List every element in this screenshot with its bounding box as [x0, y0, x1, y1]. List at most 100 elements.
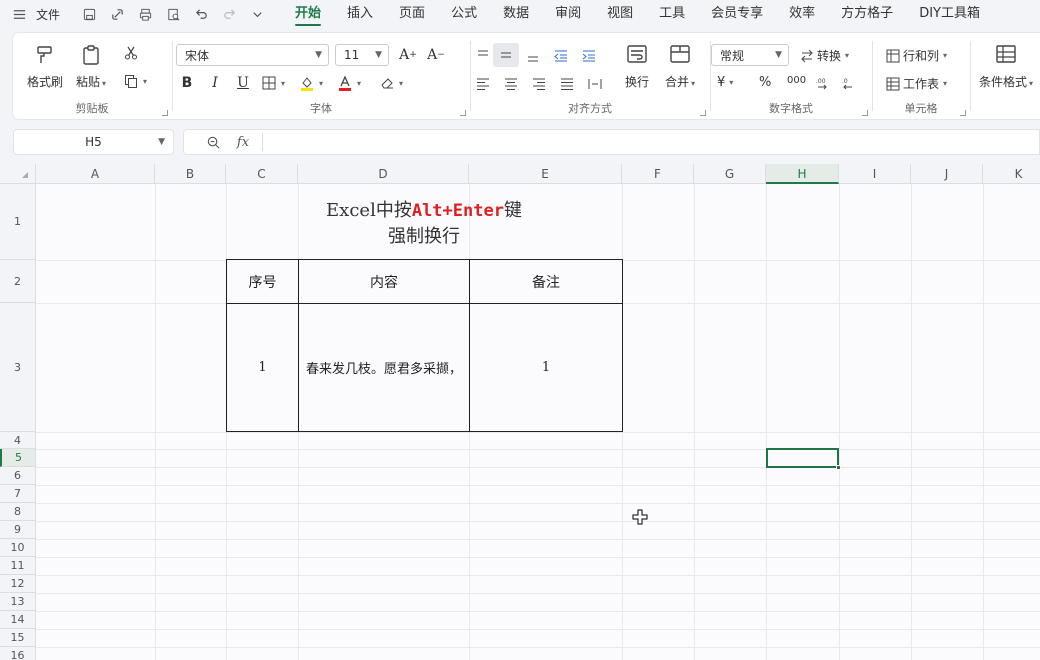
percent-button[interactable]: %: [759, 75, 771, 90]
clear-format-button[interactable]: ▾: [379, 75, 403, 91]
hamburger-menu-icon[interactable]: [8, 3, 30, 25]
column-header-c[interactable]: C: [226, 164, 298, 184]
tab-diy-toolbox[interactable]: DIY工具箱: [906, 0, 993, 28]
print-icon[interactable]: [134, 3, 156, 25]
paste-button[interactable]: 粘贴 ▾: [76, 43, 106, 90]
tab-home[interactable]: 开始: [282, 0, 334, 28]
cell-note[interactable]: 1: [470, 304, 622, 431]
save-icon[interactable]: [78, 3, 100, 25]
active-cell-selection[interactable]: [766, 448, 841, 470]
quick-access-dropdown-icon[interactable]: [246, 3, 268, 25]
row-header-5[interactable]: 5: [0, 449, 36, 467]
tab-data[interactable]: 数据: [490, 0, 542, 28]
align-left-button[interactable]: [471, 73, 495, 95]
row-header-9[interactable]: 9: [0, 521, 36, 539]
tab-insert[interactable]: 插入: [334, 0, 386, 28]
fill-color-button[interactable]: ▾: [299, 75, 323, 91]
align-middle-button[interactable]: [493, 43, 519, 67]
row-header-11[interactable]: 11: [0, 557, 36, 575]
bold-button[interactable]: B: [176, 72, 198, 94]
column-header-j[interactable]: J: [911, 164, 983, 184]
cell-content[interactable]: 春来发几枝。愿君多采撷，: [299, 304, 469, 431]
formula-input[interactable]: [267, 130, 1039, 154]
row-header-6[interactable]: 6: [0, 467, 36, 485]
font-color-button[interactable]: ▾: [337, 75, 361, 91]
share-icon[interactable]: [106, 3, 128, 25]
decrease-indent-button[interactable]: [549, 45, 573, 67]
justify-button[interactable]: [555, 73, 579, 95]
convert-button[interactable]: 转换 ▾: [799, 47, 849, 64]
row-header-8[interactable]: 8: [0, 503, 36, 521]
row-header-2[interactable]: 2: [0, 260, 36, 303]
worksheet-button[interactable]: 工作表 ▾: [885, 75, 947, 92]
row-header-7[interactable]: 7: [0, 485, 36, 503]
font-size-select[interactable]: 11 ▼: [335, 44, 389, 66]
decrease-decimal-button[interactable]: .0: [841, 75, 857, 91]
number-format-select[interactable]: 常规 ▼: [711, 44, 789, 66]
alignment-launcher-icon[interactable]: [700, 110, 706, 116]
tab-tools[interactable]: 工具: [646, 0, 698, 28]
row-header-4[interactable]: 4: [0, 432, 36, 449]
row-header-12[interactable]: 12: [0, 575, 36, 593]
currency-button[interactable]: ¥ ▾: [717, 75, 733, 90]
zoom-search-icon[interactable]: [198, 130, 228, 154]
font-name-select[interactable]: 宋体 ▼: [176, 44, 329, 66]
tab-view[interactable]: 视图: [594, 0, 646, 28]
tab-fangfang[interactable]: 方方格子: [828, 0, 906, 28]
distributed-button[interactable]: [583, 73, 607, 95]
column-header-i[interactable]: I: [839, 164, 911, 184]
cell-no[interactable]: 1: [227, 304, 298, 431]
tab-formulas[interactable]: 公式: [438, 0, 490, 28]
column-header-e[interactable]: E: [469, 164, 622, 184]
file-menu[interactable]: 文件: [36, 6, 60, 23]
wrap-text-button[interactable]: 换行: [625, 43, 649, 90]
increase-font-size-icon[interactable]: A +: [397, 44, 419, 66]
increase-indent-button[interactable]: [577, 45, 601, 67]
row-header-16[interactable]: 16: [0, 647, 36, 660]
insert-function-icon[interactable]: fx: [228, 130, 258, 154]
border-button[interactable]: ▾: [261, 75, 285, 91]
copy-button[interactable]: ▾: [123, 73, 147, 89]
column-header-h[interactable]: H: [766, 164, 839, 184]
increase-decimal-button[interactable]: .00: [815, 75, 831, 91]
column-header-b[interactable]: B: [155, 164, 226, 184]
name-box-dropdown-icon[interactable]: ▼: [158, 137, 165, 147]
rows-columns-button[interactable]: 行和列 ▾: [885, 47, 947, 64]
font-launcher-icon[interactable]: [460, 110, 466, 116]
tab-review[interactable]: 审阅: [542, 0, 594, 28]
print-preview-icon[interactable]: [162, 3, 184, 25]
decrease-font-size-icon[interactable]: A −: [425, 44, 447, 66]
clipboard-launcher-icon[interactable]: [162, 110, 168, 116]
number-launcher-icon[interactable]: [862, 110, 868, 116]
thousands-separator-button[interactable]: 000: [787, 75, 806, 86]
header-cell-note[interactable]: 备注: [470, 260, 622, 303]
column-header-f[interactable]: F: [622, 164, 694, 184]
row-header-14[interactable]: 14: [0, 611, 36, 629]
tab-page[interactable]: 页面: [386, 0, 438, 28]
align-right-button[interactable]: [527, 73, 551, 95]
header-cell-content[interactable]: 内容: [299, 260, 469, 303]
row-header-10[interactable]: 10: [0, 539, 36, 557]
conditional-format-button[interactable]: 条件格式 ▾: [979, 43, 1033, 90]
header-cell-no[interactable]: 序号: [227, 260, 298, 303]
align-center-button[interactable]: [499, 73, 523, 95]
align-bottom-button[interactable]: [521, 45, 545, 67]
cut-button[interactable]: [123, 45, 139, 61]
row-header-3[interactable]: 3: [0, 303, 36, 432]
row-header-13[interactable]: 13: [0, 593, 36, 611]
fill-handle[interactable]: [836, 465, 841, 470]
column-header-d[interactable]: D: [298, 164, 469, 184]
column-header-k[interactable]: K: [983, 164, 1040, 184]
row-header-1[interactable]: 1: [0, 184, 36, 260]
column-header-g[interactable]: G: [694, 164, 766, 184]
name-box[interactable]: H5 ▼: [13, 129, 174, 155]
underline-button[interactable]: U: [232, 72, 254, 94]
tab-efficiency[interactable]: 效率: [776, 0, 828, 28]
italic-button[interactable]: I: [204, 72, 226, 94]
tab-member[interactable]: 会员专享: [698, 0, 776, 28]
format-painter-button[interactable]: 格式刷: [27, 43, 63, 90]
select-all-corner[interactable]: [0, 164, 36, 184]
undo-icon[interactable]: [190, 3, 212, 25]
title-cell[interactable]: Excel中按Alt+Enter键 强制换行: [226, 198, 622, 250]
align-top-button[interactable]: [471, 45, 495, 67]
